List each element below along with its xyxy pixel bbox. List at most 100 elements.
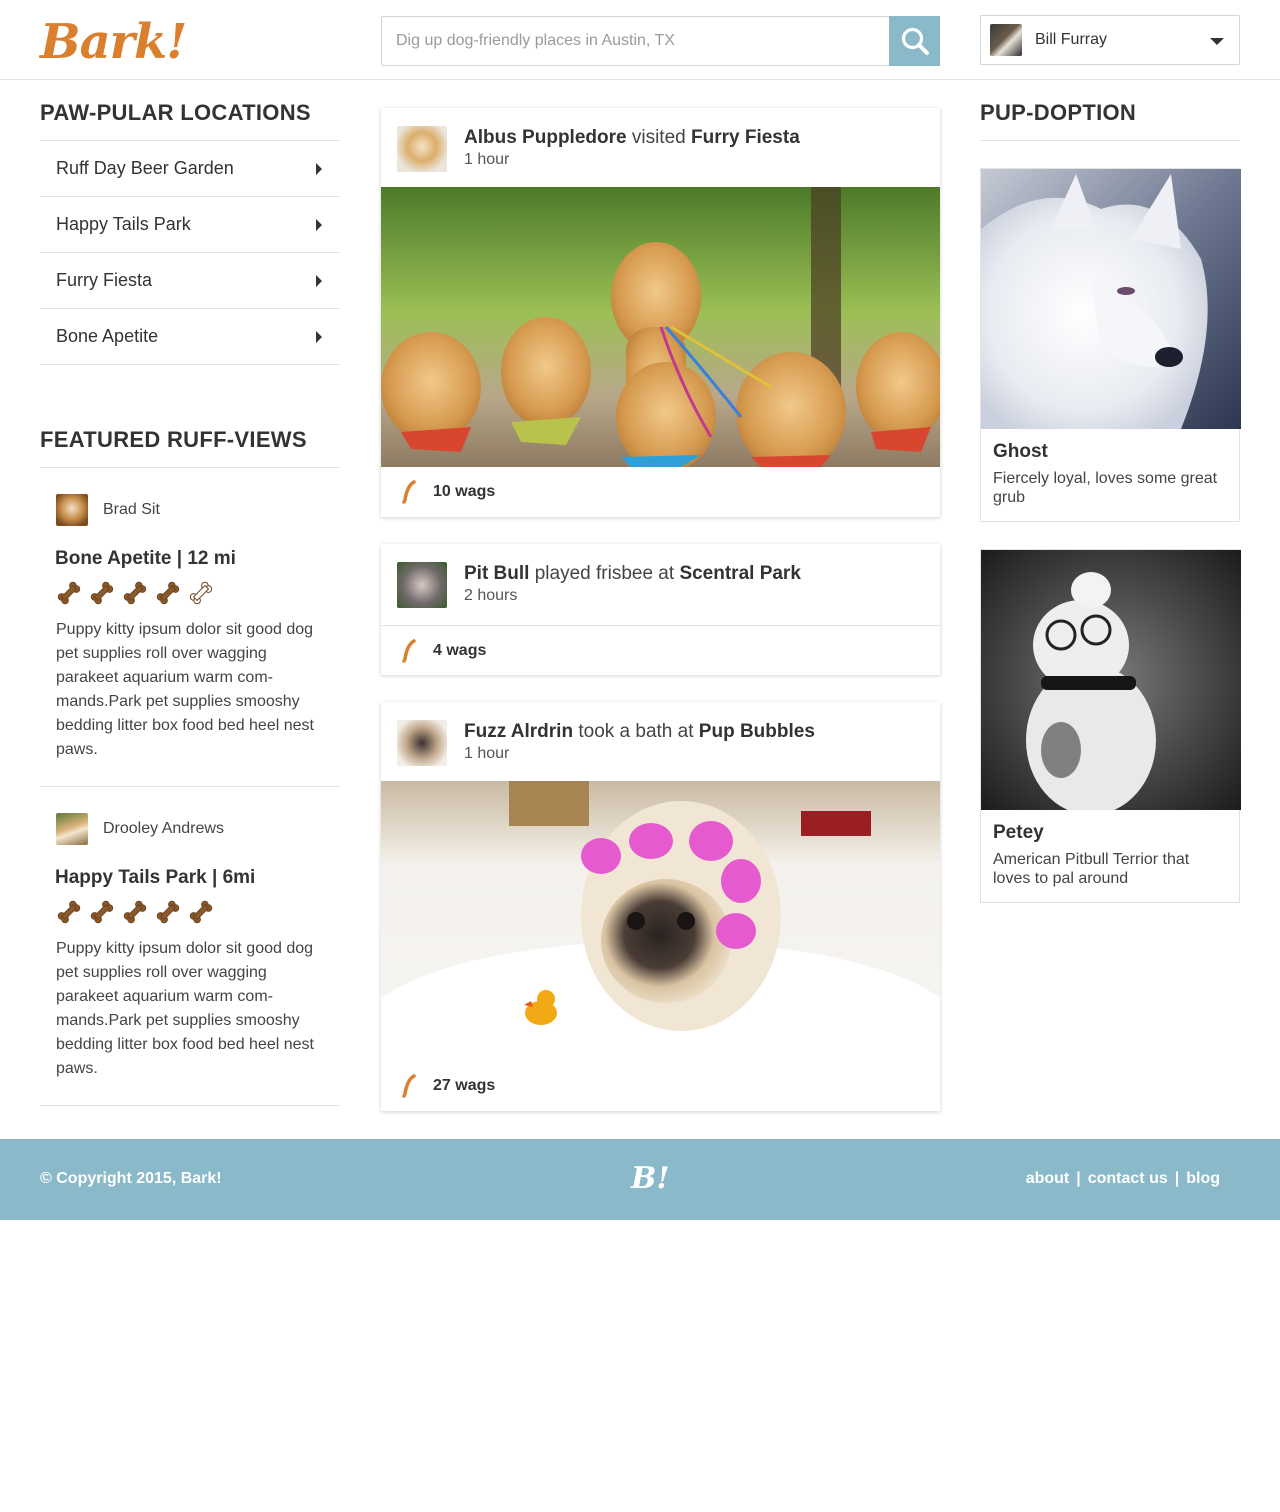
review-card: Drooley Andrews Happy Tails Park | 6mi P… [40, 787, 340, 1106]
bone-filled-icon [156, 900, 180, 924]
feed-post: Albus Puppledore visited Furry Fiesta 1 … [381, 108, 940, 517]
bone-filled-icon [57, 581, 81, 605]
bone-filled-icon [123, 581, 147, 605]
review-text: Puppy kitty ipsum dolor sit good dog pet… [56, 621, 314, 758]
footer-logo[interactable]: B! [631, 1161, 670, 1196]
feed-post: Pit Bull played frisbee at Scentral Park… [381, 544, 940, 675]
avatar [397, 720, 447, 766]
search-bar [381, 16, 940, 66]
post-photo [381, 187, 940, 467]
chevron-down-icon [1210, 38, 1224, 45]
user-menu[interactable]: Bill Furray [980, 15, 1240, 65]
post-place-link[interactable]: Scentral Park [679, 563, 800, 584]
post-headline: Fuzz Alrdrin took a bath at Pup Bubbles [464, 720, 815, 744]
footer-separator: | [1174, 1170, 1180, 1187]
bark-logo[interactable]: Bark! [40, 14, 205, 70]
review-place[interactable]: Bone Apetite | 12 mi [55, 548, 324, 570]
chevron-right-icon [316, 274, 322, 287]
wag-button[interactable]: 10 wags [381, 467, 940, 517]
avatar [397, 562, 447, 608]
location-item[interactable]: Bone Apetite [40, 309, 340, 365]
puppies-photo-image [381, 187, 940, 467]
review-card: Brad Sit Bone Apetite | 12 mi Puppy kitt… [40, 468, 340, 787]
site-header: Bark! Bill Furray [0, 0, 1280, 80]
feed-post: Fuzz Alrdrin took a bath at Pup Bubbles … [381, 702, 940, 1111]
pitbull-photo-image [981, 550, 1241, 810]
wag-count: 4 wags [433, 641, 487, 659]
post-headline: Pit Bull played frisbee at Scentral Park [464, 562, 801, 586]
chevron-right-icon [316, 162, 322, 175]
adoption-body: Ghost Fiercely loyal, loves some great g… [981, 429, 1239, 521]
wag-button[interactable]: 4 wags [381, 625, 940, 675]
footer-separator: | [1076, 1170, 1081, 1187]
post-timestamp: 1 hour [464, 745, 510, 762]
footer-link-contact[interactable]: contact us [1088, 1170, 1168, 1188]
avatar [56, 494, 88, 526]
location-label: Bone Apetite [56, 326, 159, 346]
post-headline: Albus Puppledore visited Furry Fiesta [464, 126, 800, 150]
post-actor-link[interactable]: Pit Bull [464, 563, 529, 584]
search-button[interactable] [889, 16, 940, 66]
search-input[interactable] [382, 17, 890, 65]
footer-links: about | contact us | blog [1026, 1170, 1220, 1188]
footer-link-blog[interactable]: blog [1186, 1170, 1220, 1188]
reviewer[interactable]: Drooley Andrews [56, 813, 324, 845]
post-place-link[interactable]: Pup Bubbles [699, 721, 815, 742]
tail-wag-icon [402, 638, 416, 663]
bone-filled-icon [156, 581, 180, 605]
footer-link-about[interactable]: about [1026, 1170, 1070, 1188]
site-footer: © Copyright 2015, Bark! B! about | conta… [0, 1139, 1280, 1220]
adoption-description: American Pitbull Terrior that loves to p… [993, 851, 1190, 887]
bone-filled-icon [90, 581, 114, 605]
left-sidebar: PAW-PULAR LOCATIONS Ruff Day Beer Garden… [40, 100, 340, 1106]
reviewer-name: Drooley Andrews [103, 820, 224, 837]
review-place[interactable]: Happy Tails Park | 6mi [55, 867, 324, 889]
bone-filled-icon [57, 900, 81, 924]
copyright-text: © Copyright 2015, Bark! [40, 1170, 222, 1187]
wag-button[interactable]: 27 wags [381, 1061, 940, 1111]
post-photo [381, 781, 940, 1061]
avatar [990, 24, 1022, 56]
user-name: Bill Furray [1035, 31, 1108, 48]
bone-rating [56, 580, 324, 606]
post-meta: Fuzz Alrdrin took a bath at Pup Bubbles … [464, 720, 815, 763]
post-meta: Pit Bull played frisbee at Scentral Park… [464, 562, 801, 605]
chevron-right-icon [316, 330, 322, 343]
logo-text: Bark! [40, 14, 187, 70]
adoption-card[interactable]: Petey American Pitbull Terrior that love… [980, 549, 1241, 903]
location-label: Furry Fiesta [56, 270, 153, 290]
post-header: Fuzz Alrdrin took a bath at Pup Bubbles … [381, 702, 940, 781]
post-actor-link[interactable]: Fuzz Alrdrin [464, 721, 573, 742]
avatar [56, 813, 88, 845]
post-place-link[interactable]: Furry Fiesta [691, 127, 800, 148]
post-actor-link[interactable]: Albus Puppledore [464, 127, 627, 148]
wag-count: 27 wags [433, 1077, 496, 1094]
bone-filled-icon [189, 900, 213, 924]
pug-bath-photo-image [381, 781, 940, 1061]
post-meta: Albus Puppledore visited Furry Fiesta 1 … [464, 126, 800, 169]
post-timestamp: 1 hour [464, 151, 510, 168]
bone-filled-icon [90, 900, 114, 924]
search-icon [901, 27, 929, 55]
tail-wag-icon [402, 480, 416, 504]
post-verb: played frisbee at [534, 563, 675, 584]
location-item[interactable]: Furry Fiesta [40, 253, 340, 309]
adoption-card[interactable]: Ghost Fiercely loyal, loves some great g… [980, 168, 1241, 522]
locations-heading: PAW-PULAR LOCATIONS [40, 100, 340, 141]
adoption-description: Fiercely loyal, loves some great grub [993, 470, 1218, 506]
reviews-heading: FEATURED RUFF-VIEWS [40, 427, 340, 468]
avatar [397, 126, 447, 172]
reviewer[interactable]: Brad Sit [56, 494, 324, 526]
location-item[interactable]: Ruff Day Beer Garden [40, 141, 340, 197]
adoption-photo [981, 169, 1241, 429]
adoption-name: Petey [993, 822, 1044, 843]
bone-empty-icon [189, 581, 213, 605]
location-label: Ruff Day Beer Garden [56, 158, 234, 178]
wag-count: 10 wags [433, 483, 496, 500]
adoption-name: Ghost [993, 441, 1048, 462]
review-text: Puppy kitty ipsum dolor sit good dog pet… [56, 940, 314, 1077]
adoption-heading: PUP-DOPTION [980, 100, 1240, 141]
reviewer-name: Brad Sit [103, 501, 160, 518]
bone-rating [56, 899, 324, 925]
location-item[interactable]: Happy Tails Park [40, 197, 340, 253]
